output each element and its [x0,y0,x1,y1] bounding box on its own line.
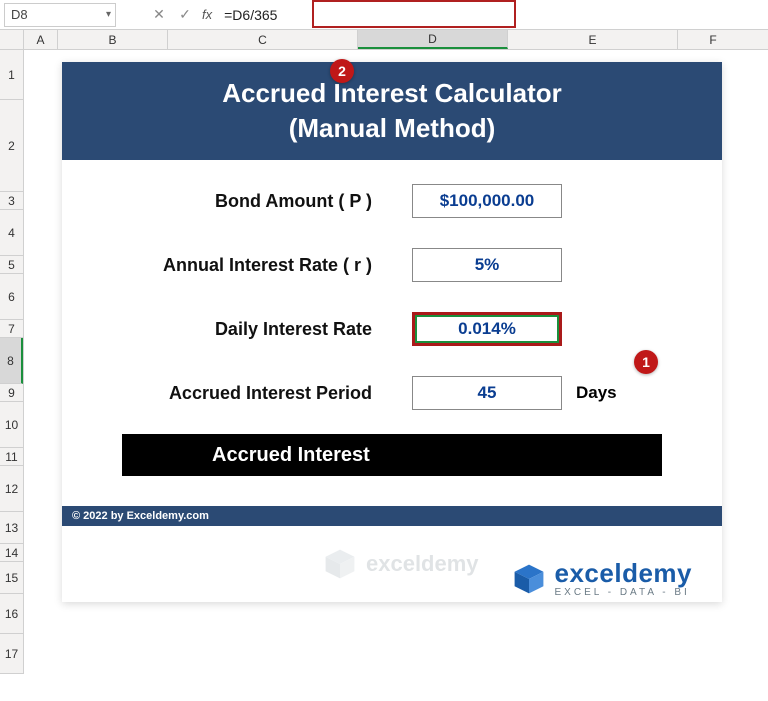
chevron-down-icon[interactable]: ▾ [106,9,111,20]
row-daily: Daily Interest Rate 0.014% [62,306,722,352]
fx-label[interactable]: fx [198,7,218,22]
name-box-value: D8 [11,7,28,22]
accrued-interest-label: Accrued Interest [212,444,370,467]
row-header-7[interactable]: 7 [0,320,23,338]
logo-watermark: exceldemy [322,546,479,582]
name-box[interactable]: D8 ▾ [4,3,116,27]
row-header-14[interactable]: 14 [0,544,23,562]
confirm-formula-icon[interactable]: ✓ [172,4,198,26]
select-all-corner[interactable] [0,30,24,49]
cube-icon [511,561,547,597]
cell-annual-value[interactable]: 5% [412,248,562,282]
calculator-panel: Accrued Interest Calculator (Manual Meth… [62,62,722,602]
col-header-b[interactable]: B [58,30,168,49]
label-period: Accrued Interest Period [62,383,412,404]
row-header-4[interactable]: 4 [0,210,23,256]
row-headers: 1 2 3 4 5 6 7 8 9 10 11 12 13 14 15 16 1… [0,50,24,674]
col-header-e[interactable]: E [508,30,678,49]
cancel-formula-icon[interactable]: ✕ [146,4,172,26]
row-period: Accrued Interest Period 45 Days [62,370,722,416]
annotation-callout-2: 2 [330,59,354,83]
formula-input[interactable] [218,3,764,27]
title-banner: Accrued Interest Calculator (Manual Meth… [62,62,722,160]
col-header-f[interactable]: F [678,30,748,49]
logo-tagline: EXCEL - DATA - BI [555,588,692,598]
row-header-9[interactable]: 9 [0,384,23,402]
column-headers: A B C D E F [0,30,768,50]
col-header-d[interactable]: D [358,30,508,49]
annotation-callout-1: 1 [634,350,658,374]
col-header-a[interactable]: A [24,30,58,49]
cell-bond-value[interactable]: $100,000.00 [412,184,562,218]
row-header-10[interactable]: 10 [0,402,23,448]
title-line2: (Manual Method) [72,111,712,146]
row-bond: Bond Amount ( P ) $100,000.00 [62,178,722,224]
cell-daily-value[interactable]: 0.014% [412,312,562,346]
title-line1: Accrued Interest Calculator [72,76,712,111]
label-daily: Daily Interest Rate [62,319,412,340]
row-header-6[interactable]: 6 [0,274,23,320]
cell-period-value[interactable]: 45 [412,376,562,410]
copyright-text: © 2022 by Exceldemy.com [72,510,209,522]
row-header-17[interactable]: 17 [0,634,23,674]
logo-watermark-text: exceldemy [366,551,479,577]
row-annual: Annual Interest Rate ( r ) 5% [62,242,722,288]
row-header-3[interactable]: 3 [0,192,23,210]
logo-main-text: exceldemy [555,560,692,586]
cube-icon [322,546,358,582]
row-header-16[interactable]: 16 [0,594,23,634]
logo-main: exceldemy EXCEL - DATA - BI [511,560,692,598]
row-header-8[interactable]: 8 [0,338,23,384]
row-header-2[interactable]: 2 [0,100,23,192]
row-header-12[interactable]: 12 [0,466,23,512]
row-header-5[interactable]: 5 [0,256,23,274]
row-header-1[interactable]: 1 [0,50,23,100]
label-annual: Annual Interest Rate ( r ) [62,255,412,276]
row-header-11[interactable]: 11 [0,448,23,466]
copyright-bar: © 2022 by Exceldemy.com [62,506,722,526]
row-header-15[interactable]: 15 [0,562,23,594]
row-header-13[interactable]: 13 [0,512,23,544]
formula-bar: D8 ▾ ✕ ✓ fx [0,0,768,30]
col-header-c[interactable]: C [168,30,358,49]
label-bond: Bond Amount ( P ) [62,191,412,212]
accrued-interest-bar: Accrued Interest [122,434,662,476]
label-days-unit: Days [576,383,617,403]
